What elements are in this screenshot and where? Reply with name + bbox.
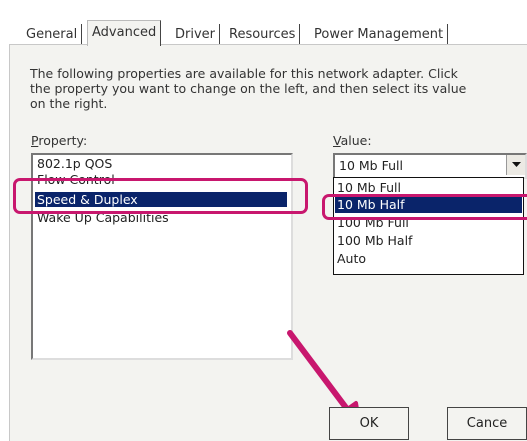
property-item-8021p-qos[interactable]: 802.1p QOS [35, 156, 287, 171]
tab-bar: General Advanced Driver Resources Power … [0, 0, 527, 47]
value-option-auto[interactable]: Auto [335, 251, 522, 267]
highlight-ring-property [13, 178, 308, 214]
tab-driver[interactable]: Driver [171, 24, 221, 45]
value-label: Value: [333, 133, 372, 148]
ok-button[interactable]: OK [329, 407, 409, 440]
tab-resources[interactable]: Resources [225, 24, 301, 45]
description-text: The following properties are available f… [30, 66, 467, 111]
property-label: Property: [31, 133, 88, 148]
highlight-ring-value [322, 194, 527, 220]
dropdown-arrow-icon[interactable] [506, 155, 525, 175]
value-combobox[interactable]: 10 Mb Full [333, 153, 527, 179]
tab-advanced[interactable]: Advanced [87, 20, 162, 46]
tab-general[interactable]: General [22, 24, 83, 45]
cancel-button[interactable]: Cance [447, 407, 527, 440]
value-combobox-current: 10 Mb Full [339, 158, 403, 173]
value-option-100mb-half[interactable]: 100 Mb Half [335, 233, 522, 249]
tab-power-management[interactable]: Power Management [310, 24, 449, 45]
value-dropdown-list[interactable]: 10 Mb Full 10 Mb Half 100 Mb Full 100 Mb… [333, 177, 524, 275]
